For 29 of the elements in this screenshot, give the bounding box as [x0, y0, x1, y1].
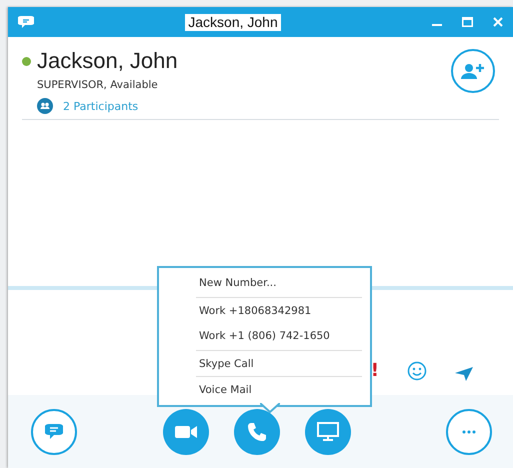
- phone-button[interactable]: [234, 408, 280, 454]
- menu-item[interactable]: New Number...: [196, 270, 362, 296]
- window-title: Jackson, John: [185, 14, 281, 30]
- send-icon: [455, 367, 473, 381]
- close-icon[interactable]: [493, 17, 503, 27]
- more-icon: [462, 430, 476, 434]
- menu-item[interactable]: Voice Mail: [196, 376, 362, 402]
- chat-bubble-icon: [45, 422, 63, 440]
- maximize-icon[interactable]: [462, 17, 473, 27]
- send-button[interactable]: [455, 367, 473, 381]
- menu-item[interactable]: Skype Call: [196, 350, 362, 376]
- add-person-button[interactable]: [451, 49, 495, 93]
- more-options-button[interactable]: [446, 408, 492, 454]
- video-button[interactable]: [162, 408, 208, 454]
- menu-item[interactable]: Work +18068342981: [196, 296, 362, 323]
- phone-icon: [246, 422, 266, 442]
- smiley-icon: [407, 361, 427, 381]
- chat-bubble-icon: [18, 15, 34, 29]
- emoticon-button[interactable]: [407, 361, 427, 381]
- contact-name: Jackson, John: [37, 47, 178, 75]
- menu-item[interactable]: Work +1 (806) 742-1650: [196, 323, 362, 350]
- status-text: SUPERVISOR, Available: [37, 79, 159, 91]
- importance-mark[interactable]: !: [370, 361, 379, 381]
- add-person-icon: [461, 62, 485, 80]
- monitor-icon: [316, 422, 338, 442]
- chat-button[interactable]: [31, 408, 77, 454]
- people-icon: [37, 98, 53, 114]
- screen-share-button[interactable]: [304, 408, 350, 454]
- video-camera-icon: [174, 424, 196, 438]
